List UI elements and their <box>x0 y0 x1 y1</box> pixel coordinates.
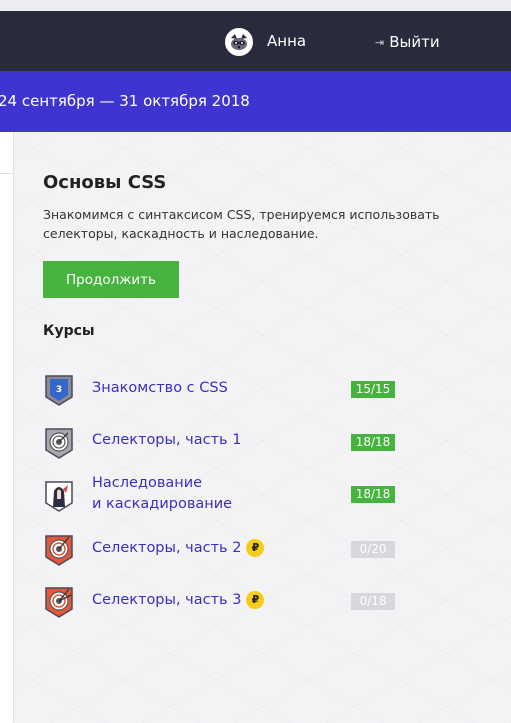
site-header: Анна ⇥ Выйти <box>0 11 511 71</box>
target-badge-icon <box>45 587 73 618</box>
knight-badge-icon <box>45 481 73 512</box>
logout-label: Выйти <box>389 33 440 51</box>
ruble-coin-icon: ₽ <box>246 591 265 609</box>
banner-dates: 24 сентября — 31 октября 2018 <box>0 92 250 110</box>
logout-button[interactable]: ⇥ Выйти <box>375 33 440 51</box>
module-title: Основы CSS <box>43 172 167 193</box>
course-progress: 18/18 <box>351 434 395 451</box>
module-card: Основы CSS Знакомимся с синтаксисом CSS,… <box>14 132 511 723</box>
course-link[interactable]: Знакомство с CSS <box>92 378 228 399</box>
user-avatar[interactable] <box>225 28 253 56</box>
continue-button[interactable]: Продолжить <box>43 261 179 298</box>
user-name[interactable]: Анна <box>267 32 306 50</box>
course-link-label: Селекторы, часть 3 <box>92 592 242 608</box>
svg-text:3: 3 <box>56 385 62 395</box>
css-badge-icon: 3 <box>45 375 73 406</box>
module-description: Знакомимся с синтаксисом CSS, тренируемс… <box>43 207 440 241</box>
left-panel <box>0 132 14 723</box>
courses-heading: Курсы <box>43 323 95 339</box>
course-link[interactable]: Селекторы, часть 1 <box>92 430 241 451</box>
target-badge-icon <box>45 428 73 459</box>
course-progress: 0/18 <box>351 593 395 610</box>
top-strip <box>0 0 511 11</box>
course-progress: 0/20 <box>351 541 395 558</box>
logout-icon: ⇥ <box>375 35 385 49</box>
raccoon-avatar-icon <box>227 30 251 54</box>
course-progress: 18/18 <box>351 486 395 503</box>
course-link[interactable]: Селекторы, часть 2 ₽ <box>92 538 265 559</box>
course-link-label: Селекторы, часть 2 <box>92 540 242 556</box>
target-badge-icon <box>45 535 73 566</box>
course-link-line1[interactable]: Наследование <box>92 473 202 494</box>
course-link-line2[interactable]: и каскадирование <box>92 494 232 515</box>
ruble-coin-icon: ₽ <box>246 539 265 557</box>
course-progress: 15/15 <box>351 381 395 398</box>
intensive-banner: 24 сентября — 31 октября 2018 <box>0 71 511 132</box>
course-link[interactable]: Селекторы, часть 3 ₽ <box>92 590 265 611</box>
left-panel-divider <box>0 173 13 174</box>
